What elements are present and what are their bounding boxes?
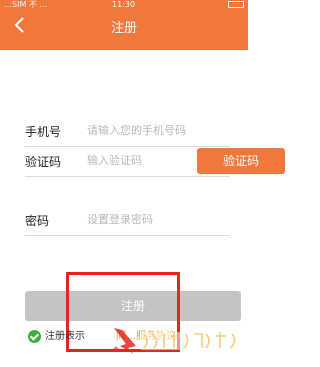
divider [25, 235, 230, 236]
battery-icon [228, 1, 244, 8]
code-input[interactable] [87, 149, 167, 171]
watermark-logo [110, 328, 244, 354]
app-header: …SIM 不 … 11:30 注册 [0, 0, 248, 50]
divider [25, 176, 230, 177]
phone-input[interactable] [87, 119, 227, 141]
agree-checkbox[interactable] [28, 330, 41, 343]
code-label: 验证码 [25, 155, 62, 169]
password-input[interactable] [87, 208, 227, 230]
phone-label: 手机号 [25, 125, 62, 139]
phone-row: 手机号 [25, 115, 230, 147]
carrier-text: …SIM 不 … [4, 0, 48, 9]
agreement-text: 注册表示 [45, 331, 85, 342]
status-bar: …SIM 不 … 11:30 [0, 0, 248, 10]
password-row: 密码 [25, 204, 230, 236]
page-title: 注册 [110, 21, 137, 36]
password-label: 密码 [25, 214, 50, 228]
clock: 11:30 [112, 0, 136, 9]
get-code-button[interactable]: 验证码 [197, 148, 285, 174]
